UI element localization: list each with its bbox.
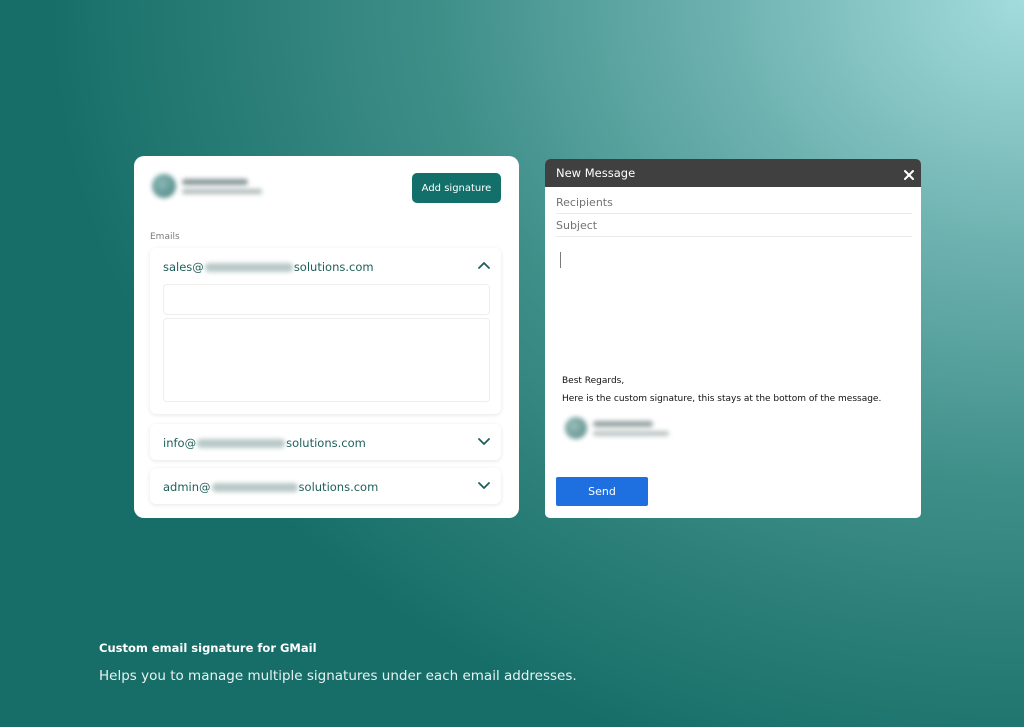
add-signature-button[interactable]: Add signature [412, 173, 501, 203]
chevron-down-icon[interactable] [477, 436, 491, 446]
chevron-down-icon[interactable] [477, 480, 491, 490]
emails-label: Emails [150, 232, 180, 242]
email-domain-redacted [204, 262, 293, 272]
logo-tagline-redacted [593, 431, 669, 436]
email-account-admin[interactable]: admin@ solutions.com [150, 468, 501, 504]
email-account-header[interactable]: sales@ solutions.com [163, 259, 374, 275]
company-logo [152, 174, 264, 200]
logo-orb [152, 174, 176, 198]
signature-name-field[interactable] [163, 284, 490, 315]
email-suffix: solutions.com [293, 260, 374, 274]
email-suffix: solutions.com [298, 480, 379, 494]
signature-logo [565, 417, 675, 441]
email-prefix: admin@ [163, 480, 211, 494]
email-account-sales: sales@ solutions.com [150, 248, 501, 414]
caption-description: Helps you to manage multiple signatures … [99, 668, 577, 684]
recipients-input[interactable]: Recipients [556, 191, 912, 214]
signature-greeting: Best Regards, [562, 376, 625, 386]
email-account-info[interactable]: info@ solutions.com [150, 424, 501, 460]
send-button[interactable]: Send [556, 477, 648, 506]
email-domain-redacted [197, 438, 286, 448]
close-icon[interactable] [903, 166, 915, 180]
subject-input[interactable]: Subject [556, 214, 912, 237]
signature-manager-card: Add signature Emails sales@ solutions.co… [134, 156, 519, 518]
logo-name-redacted [182, 179, 248, 185]
caption-title: Custom email signature for GMail [99, 641, 317, 655]
email-domain-redacted [211, 482, 298, 492]
text-cursor [560, 252, 561, 268]
email-prefix: info@ [163, 436, 197, 450]
signature-text: Here is the custom signature, this stays… [562, 394, 882, 404]
email-account-header[interactable]: info@ solutions.com [163, 435, 366, 451]
email-prefix: sales@ [163, 260, 204, 274]
chevron-up-icon[interactable] [477, 260, 491, 270]
logo-orb [565, 417, 587, 439]
email-suffix: solutions.com [286, 436, 366, 450]
compose-title: New Message [556, 166, 636, 180]
signature-body-field[interactable] [163, 318, 490, 402]
logo-name-redacted [593, 421, 653, 427]
compose-window: New Message Recipients Subject Best Rega… [545, 159, 921, 518]
compose-header: New Message [545, 159, 921, 187]
email-account-header[interactable]: admin@ solutions.com [163, 479, 378, 495]
logo-tagline-redacted [182, 189, 262, 194]
